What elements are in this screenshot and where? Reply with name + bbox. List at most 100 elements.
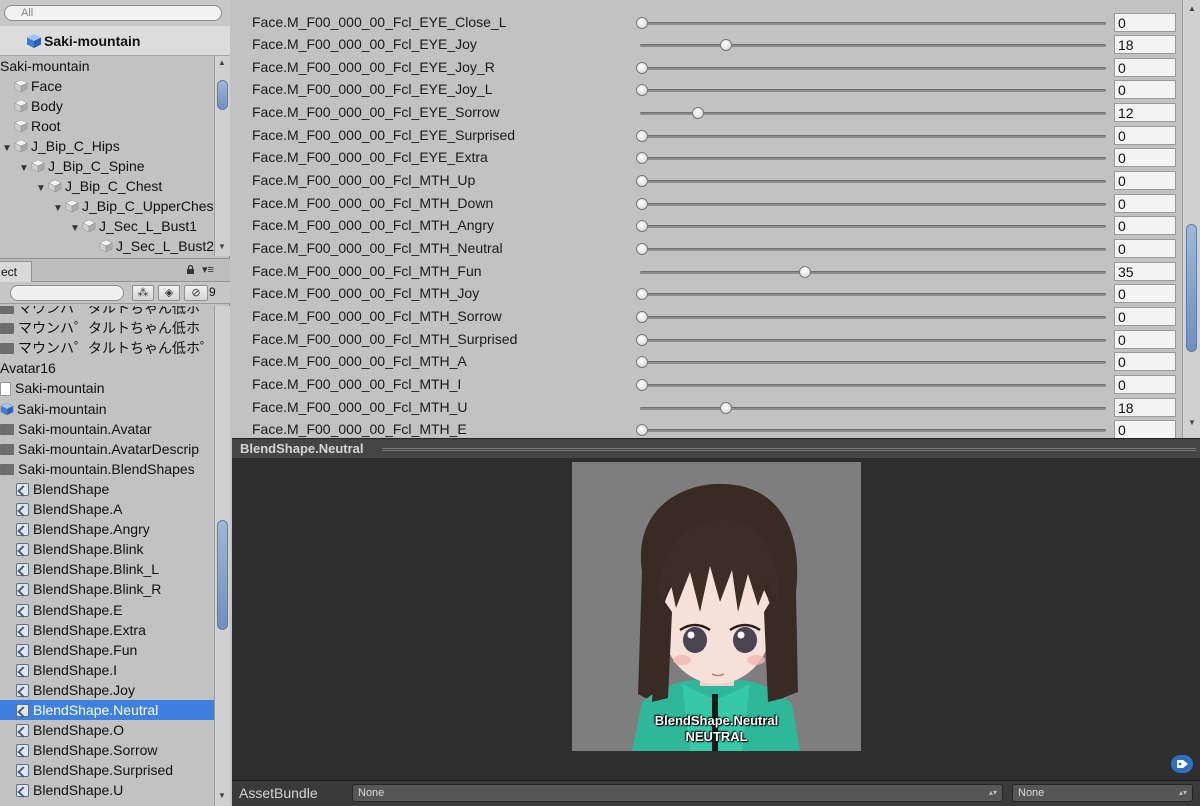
- expand-arrow-icon[interactable]: ▼: [51, 199, 65, 219]
- blendshape-value-field[interactable]: 0: [1114, 125, 1176, 145]
- inspector-scrollbar[interactable]: ▲ ▼: [1182, 0, 1200, 438]
- blendshape-value-field[interactable]: 12: [1114, 103, 1176, 123]
- project-item[interactable]: Saki-mountain.AvatarDescrip: [0, 439, 214, 459]
- scrollbar-thumb[interactable]: [1186, 224, 1197, 352]
- hierarchy-item[interactable]: Body: [0, 96, 63, 116]
- slider-thumb[interactable]: [636, 61, 648, 74]
- project-item[interactable]: マウンハ゜タルトちゃん低ホ゜: [0, 338, 214, 358]
- project-item[interactable]: Saki-mountain: [0, 399, 214, 419]
- project-item[interactable]: Saki-mountain.BlendShapes: [0, 459, 214, 479]
- blendshape-value-field[interactable]: 0: [1114, 420, 1176, 438]
- project-item[interactable]: BlendShape.Fun: [0, 640, 214, 660]
- project-item[interactable]: BlendShape.Blink_L: [0, 559, 214, 579]
- blendshape-value-field[interactable]: 0: [1114, 57, 1176, 77]
- slider-track[interactable]: [640, 383, 1106, 387]
- panel-menu-icon[interactable]: ▾≡: [202, 263, 214, 276]
- slider-thumb[interactable]: [636, 424, 648, 437]
- slider-thumb[interactable]: [691, 107, 704, 120]
- slider-track[interactable]: [640, 270, 1106, 274]
- project-item[interactable]: BlendShape.Blink: [0, 539, 214, 559]
- slider-thumb[interactable]: [636, 243, 648, 255]
- asset-bundle-variant-select[interactable]: None ▴▾: [1012, 784, 1193, 802]
- blendshape-value-field[interactable]: 0: [1114, 306, 1176, 326]
- slider-thumb[interactable]: [636, 220, 648, 233]
- slider-thumb[interactable]: [636, 129, 648, 142]
- slider-thumb[interactable]: [636, 175, 648, 188]
- blendshape-value-field[interactable]: 0: [1114, 12, 1176, 32]
- slider-thumb[interactable]: [719, 401, 732, 414]
- slider-track[interactable]: [640, 180, 1106, 184]
- blendshape-value-field[interactable]: 0: [1114, 239, 1176, 258]
- project-item[interactable]: マウンハ゜タルトちゃん低ホ: [0, 318, 214, 338]
- slider-thumb[interactable]: [636, 333, 648, 346]
- hierarchy-scrollbar[interactable]: ▲ ▼: [214, 56, 230, 256]
- expand-arrow-icon[interactable]: ▼: [0, 139, 14, 159]
- project-item[interactable]: Saki-mountain.Avatar: [0, 419, 214, 439]
- hierarchy-item[interactable]: ▼ J_Sec_L_Bust1: [68, 216, 197, 236]
- asset-bundle-name-select[interactable]: None ▴▾: [352, 784, 1003, 802]
- blendshape-value-field[interactable]: 0: [1114, 216, 1176, 236]
- expand-arrow-icon[interactable]: ▼: [17, 159, 31, 179]
- slider-track[interactable]: [640, 248, 1106, 251]
- scroll-up-icon[interactable]: ▲: [1188, 4, 1196, 13]
- scroll-down-icon[interactable]: ▼: [218, 791, 226, 800]
- slider-thumb[interactable]: [636, 288, 648, 301]
- slider-track[interactable]: [640, 225, 1106, 229]
- project-scrollbar[interactable]: ▼: [214, 306, 230, 806]
- blendshape-value-field[interactable]: 0: [1114, 284, 1176, 304]
- slider-track[interactable]: [640, 89, 1106, 93]
- blendshape-value-field[interactable]: 0: [1114, 148, 1176, 168]
- slider-track[interactable]: [640, 44, 1106, 48]
- project-item[interactable]: BlendShape: [0, 479, 214, 499]
- blendshape-value-field[interactable]: 0: [1114, 80, 1176, 100]
- slider-thumb[interactable]: [636, 197, 648, 210]
- project-item[interactable]: BlendShape.I: [0, 660, 214, 680]
- hierarchy-item[interactable]: Root: [0, 116, 61, 136]
- scrollbar-thumb[interactable]: [217, 520, 228, 630]
- avatar-preview-image[interactable]: BlendShape.Neutral NEUTRAL: [572, 462, 861, 751]
- project-item[interactable]: BlendShape.E: [0, 600, 214, 620]
- project-item[interactable]: BlendShape.A: [0, 499, 214, 519]
- scroll-down-icon[interactable]: ▼: [1188, 418, 1196, 427]
- slider-track[interactable]: [640, 21, 1106, 25]
- project-item[interactable]: BlendShape.Angry: [0, 519, 214, 539]
- slider-track[interactable]: [640, 429, 1106, 433]
- project-search-input[interactable]: [10, 285, 124, 301]
- filter-label-button[interactable]: ◈: [158, 285, 180, 301]
- blendshape-value-field[interactable]: 35: [1114, 261, 1176, 281]
- tab-project[interactable]: ect: [0, 261, 32, 282]
- project-item[interactable]: Avatar16: [0, 358, 214, 378]
- scroll-down-icon[interactable]: ▼: [218, 242, 226, 251]
- hierarchy-item[interactable]: ▼ J_Bip_C_UpperChest: [51, 196, 214, 216]
- project-item[interactable]: BlendShape.Surprised: [0, 760, 214, 780]
- slider-track[interactable]: [640, 157, 1106, 161]
- slider-thumb[interactable]: [636, 16, 648, 29]
- project-item[interactable]: BlendShape.Sorrow: [0, 740, 214, 760]
- drag-handle[interactable]: [382, 448, 1196, 451]
- slider-track[interactable]: [640, 112, 1106, 116]
- slider-thumb[interactable]: [636, 84, 648, 97]
- scene-header[interactable]: Saki-mountain: [0, 26, 230, 56]
- slider-track[interactable]: [640, 134, 1106, 138]
- project-item[interactable]: BlendShape.U: [0, 780, 214, 800]
- blendshape-value-field[interactable]: 0: [1114, 352, 1176, 372]
- project-item[interactable]: BlendShape.Extra: [0, 620, 214, 640]
- slider-thumb[interactable]: [636, 310, 648, 323]
- lock-icon[interactable]: [186, 265, 195, 274]
- hidden-packages-button[interactable]: ⊘: [184, 285, 208, 301]
- slider-track[interactable]: [640, 361, 1106, 365]
- expand-arrow-icon[interactable]: ▼: [68, 219, 82, 239]
- project-item[interactable]: マウンハ゜タルトちゃん低ホ: [0, 306, 214, 318]
- asset-label-button[interactable]: [1171, 755, 1193, 773]
- project-item[interactable]: BlendShape.Joy: [0, 680, 214, 700]
- slider-track[interactable]: [640, 202, 1106, 206]
- hierarchy-item[interactable]: Face: [0, 76, 62, 96]
- slider-track[interactable]: [640, 315, 1106, 319]
- slider-thumb[interactable]: [636, 152, 648, 165]
- blendshape-value-field[interactable]: 0: [1114, 171, 1176, 191]
- hierarchy-item[interactable]: ▼ J_Bip_C_Spine: [17, 156, 144, 179]
- slider-track[interactable]: [640, 293, 1106, 297]
- project-item[interactable]: BlendShape.O: [0, 720, 214, 740]
- slider-thumb[interactable]: [799, 265, 812, 278]
- slider-thumb[interactable]: [636, 378, 648, 391]
